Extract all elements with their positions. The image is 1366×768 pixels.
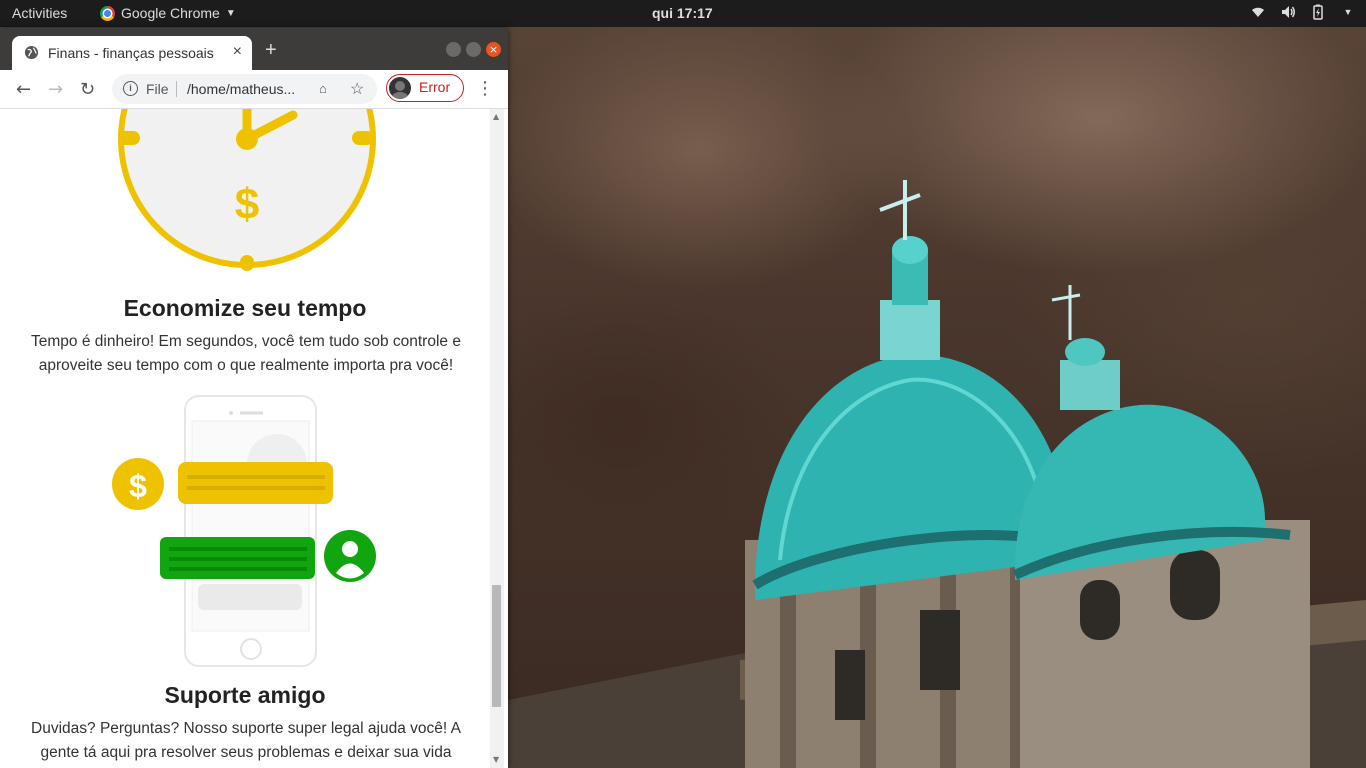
close-window-button[interactable]: ×	[486, 42, 501, 57]
scrollbar-thumb[interactable]	[492, 585, 501, 707]
reload-icon[interactable]: ↻	[80, 79, 95, 100]
support-chat-illustration: $	[112, 395, 376, 667]
section-title: Suporte amigo	[164, 682, 326, 708]
chrome-window: Finans - finanças pessoais × + × ← → ↻ i…	[0, 28, 508, 768]
app-menu-label: Google Chrome	[121, 5, 220, 21]
scroll-down-icon[interactable]: ▼	[493, 755, 499, 764]
new-tab-button[interactable]: +	[265, 39, 277, 62]
page-scrollbar[interactable]: ▲ ▼	[490, 109, 504, 768]
app-menu[interactable]: Google Chrome ▼	[100, 5, 236, 21]
kebab-menu-icon[interactable]: ⋮	[476, 78, 494, 99]
title-bar: Finans - finanças pessoais × + ×	[0, 28, 508, 70]
maximize-button[interactable]	[466, 42, 481, 57]
battery-icon	[1313, 4, 1323, 20]
back-icon[interactable]: ←	[16, 79, 31, 100]
url-scheme: File	[146, 81, 169, 97]
volume-icon	[1282, 6, 1295, 18]
forward-icon[interactable]: →	[48, 79, 63, 100]
bookmark-star-icon[interactable]: ☆	[350, 79, 364, 99]
profile-error-button[interactable]: Error	[386, 74, 464, 102]
address-bar[interactable]: i File /home/matheus... ⌂ ☆	[112, 74, 377, 104]
url-text[interactable]: /home/matheus...	[187, 81, 295, 97]
tab-title: Finans - finanças pessoais	[48, 45, 214, 61]
browser-toolbar: ← → ↻ i File /home/matheus... ⌂ ☆ Error …	[0, 70, 508, 109]
minimize-button[interactable]	[446, 42, 461, 57]
chrome-icon	[100, 5, 115, 21]
section-text: Duvidas? Perguntas? Nosso suporte super …	[31, 720, 461, 761]
clock[interactable]: qui 17:17	[652, 5, 713, 21]
system-tray[interactable]: ▼	[1250, 4, 1356, 20]
profile-error-label: Error	[419, 79, 451, 95]
activities-button[interactable]: Activities	[12, 5, 67, 21]
wifi-icon	[1252, 7, 1264, 18]
browser-tab[interactable]: Finans - finanças pessoais ×	[12, 36, 252, 70]
dollar-sign-icon: $	[235, 180, 259, 229]
section-title: Economize seu tempo	[123, 295, 367, 321]
divider	[176, 81, 177, 97]
info-icon[interactable]: i	[123, 81, 138, 96]
tab-close-icon[interactable]: ×	[233, 43, 242, 61]
clock-illustration: $	[118, 109, 376, 271]
page-content: $ Economize seu tempo Tempo é dinheiro! …	[0, 109, 490, 768]
gnome-top-bar: Activities Google Chrome ▼ qui 17:17 ▼	[0, 0, 1366, 27]
section-text: Tempo é dinheiro! Em segundos, você tem …	[31, 333, 461, 374]
dollar-sign-icon: $	[129, 468, 147, 504]
avatar	[389, 77, 411, 99]
globe-icon	[24, 45, 39, 60]
chevron-down-icon: ▼	[1343, 7, 1353, 17]
scroll-up-icon[interactable]: ▲	[493, 112, 499, 121]
chevron-down-icon: ▼	[225, 7, 236, 19]
translate-icon[interactable]: ⌂	[319, 81, 327, 96]
